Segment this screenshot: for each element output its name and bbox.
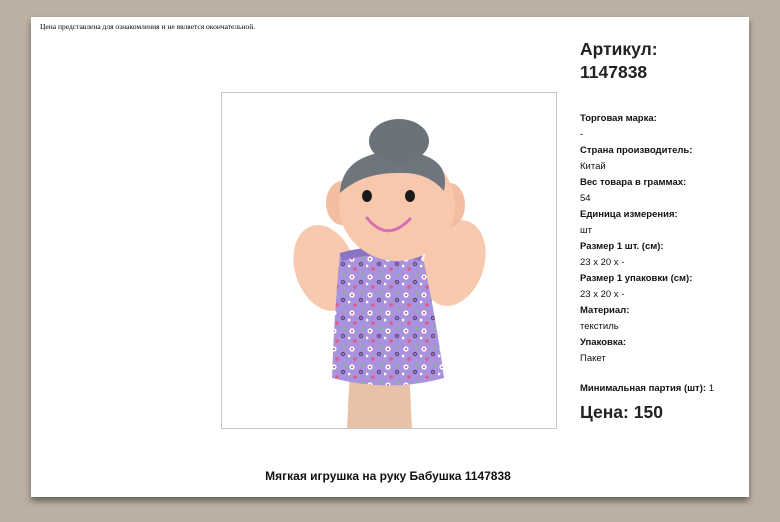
spec-value-item-size: 23 x 20 x - xyxy=(580,257,625,268)
spec-value-material: текстиль xyxy=(580,321,619,332)
min-batch-label: Минимальная партия (шт): xyxy=(580,383,707,394)
catalog-sheet: Цена представлена для ознакомления и не … xyxy=(31,17,749,497)
spec-value-country: Китай xyxy=(580,161,606,172)
price-value: 150 xyxy=(633,402,663,422)
spec-label-package-size: Размер 1 упаковки (см): xyxy=(580,273,693,284)
spec-value-packaging: Пакет xyxy=(580,353,606,364)
product-title: Мягкая игрушка на руку Бабушка 1147838 xyxy=(265,469,511,483)
spec-value-brand: - xyxy=(580,129,584,140)
article-number: 1147838 xyxy=(580,62,648,82)
spec-label-unit: Единица измерения: xyxy=(580,209,678,220)
price-disclaimer: Цена представлена для ознакомления и не … xyxy=(40,22,256,31)
spec-label-material: Материал: xyxy=(580,305,630,316)
spec-value-unit: шт xyxy=(580,225,592,236)
price-label: Цена: xyxy=(580,402,629,422)
spec-list: Торговая марка: - Страна производитель: … xyxy=(580,111,745,367)
product-photo xyxy=(221,92,557,429)
spec-value-weight: 54 xyxy=(580,193,591,204)
spec-label-country: Страна производитель: xyxy=(580,145,693,156)
spec-label-brand: Торговая марка: xyxy=(580,113,657,124)
article-label: Артикул: xyxy=(580,39,658,59)
spec-value-package-size: 23 x 20 x - xyxy=(580,289,625,300)
spec-label-weight: Вес товара в граммах: xyxy=(580,177,687,188)
price: Цена: 150 xyxy=(580,402,663,423)
min-batch: Минимальная партия (шт): 1 xyxy=(580,383,714,394)
spec-label-item-size: Размер 1 шт. (см): xyxy=(580,241,664,252)
min-batch-value: 1 xyxy=(708,383,714,394)
spec-label-packaging: Упаковка: xyxy=(580,337,627,348)
hand-puppet-image xyxy=(293,119,486,428)
